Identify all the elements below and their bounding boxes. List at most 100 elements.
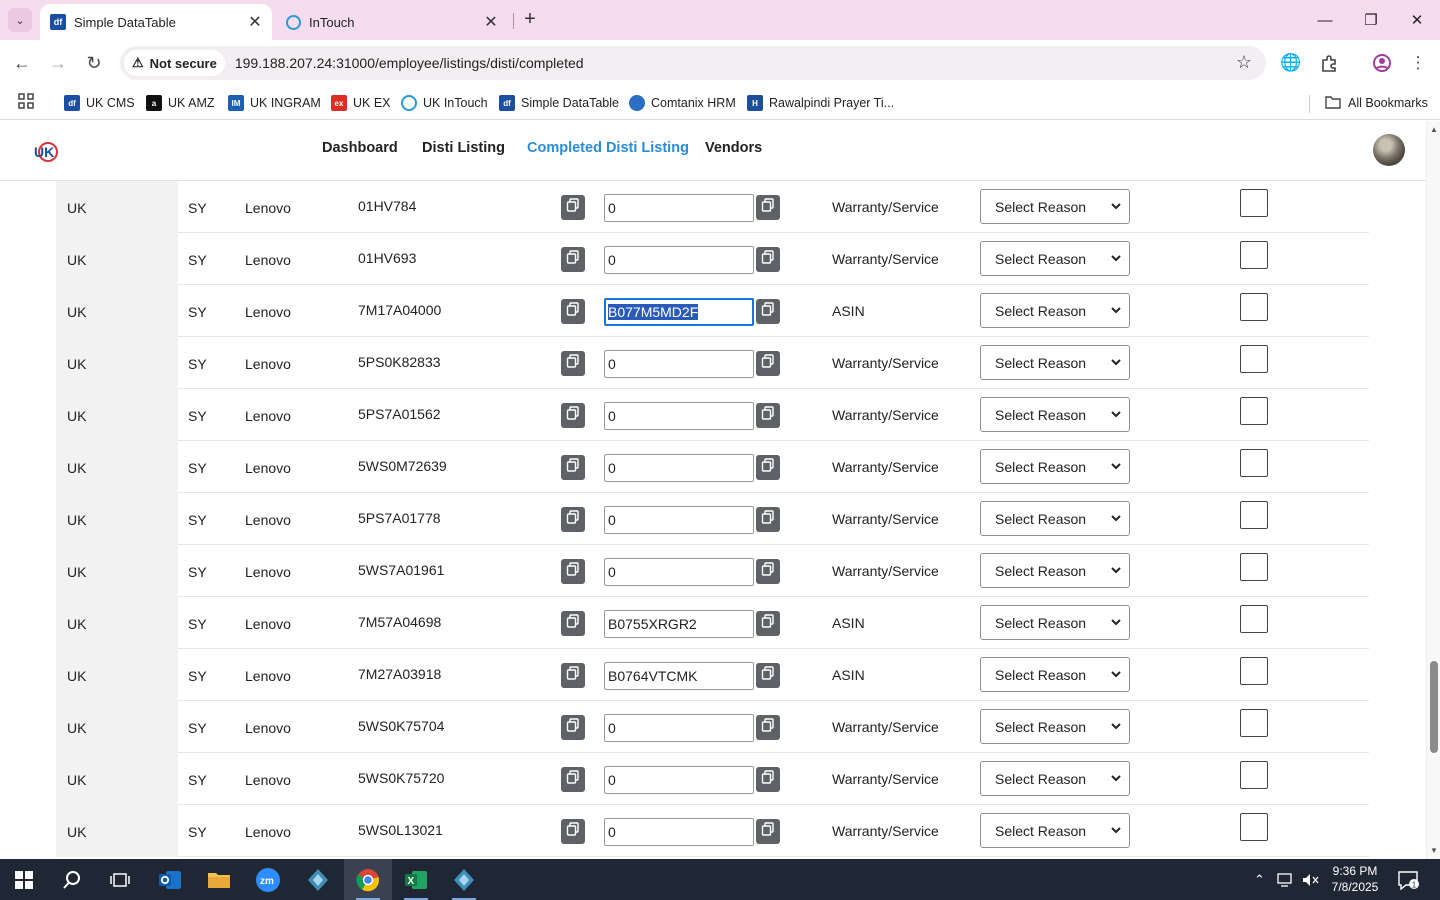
copy-value-button[interactable] [756, 559, 780, 584]
new-tab-plus-icon[interactable]: + [518, 8, 542, 32]
scroll-thumb[interactable] [1430, 661, 1438, 753]
app-diamond-icon[interactable] [294, 859, 342, 900]
tab-search-chevron-icon[interactable]: ⌄ [8, 8, 32, 32]
copy-value-button[interactable] [756, 767, 780, 792]
url-text[interactable]: 199.188.207.24:31000/employee/listings/d… [235, 55, 584, 71]
page-scrollbar[interactable]: ▲ ▼ [1426, 121, 1440, 859]
copy-value-button[interactable] [756, 351, 780, 376]
start-icon[interactable] [0, 859, 48, 900]
reason-select[interactable]: Select Reason [980, 761, 1130, 796]
row-checkbox[interactable] [1240, 761, 1268, 789]
row-checkbox[interactable] [1240, 293, 1268, 321]
search-icon[interactable] [48, 859, 96, 900]
nav-disti-listing[interactable]: Disti Listing [422, 140, 505, 156]
row-checkbox[interactable] [1240, 709, 1268, 737]
bookmark-uk-intouch[interactable]: UK InTouch [401, 93, 488, 113]
kebab-menu-icon[interactable]: ⋮ [1405, 50, 1431, 76]
notifications-icon[interactable]: 1 [1398, 859, 1420, 900]
copy-value-button[interactable] [756, 663, 780, 688]
address-bar[interactable]: ⚠ Not secure 199.188.207.24:31000/employ… [120, 46, 1266, 80]
row-checkbox[interactable] [1240, 345, 1268, 373]
bookmark-star-icon[interactable]: ☆ [1236, 52, 1252, 73]
reload-icon[interactable]: ↻ [79, 48, 109, 78]
file-explorer-icon[interactable] [195, 859, 243, 900]
copy-part-button[interactable] [561, 455, 585, 480]
copy-value-button[interactable] [756, 455, 780, 480]
back-arrow-icon[interactable]: ← [7, 48, 37, 78]
copy-part-button[interactable] [561, 507, 585, 532]
reason-select[interactable]: Select Reason [980, 189, 1130, 224]
reason-select[interactable]: Select Reason [980, 501, 1130, 536]
nav-completed-disti-listing[interactable]: Completed Disti Listing [527, 140, 689, 156]
reason-select[interactable]: Select Reason [980, 657, 1130, 692]
bookmark-uk-ingram[interactable]: IM UK INGRAM [228, 93, 321, 113]
copy-value-button[interactable] [756, 507, 780, 532]
reason-select[interactable]: Select Reason [980, 605, 1130, 640]
reason-select[interactable]: Select Reason [980, 345, 1130, 380]
nav-dashboard[interactable]: Dashboard [322, 140, 398, 156]
translate-globe-icon[interactable]: 🌐 [1278, 50, 1304, 76]
asin-value-input[interactable]: 0 [604, 558, 754, 586]
row-checkbox[interactable] [1240, 189, 1268, 217]
extensions-puzzle-icon[interactable] [1316, 50, 1342, 76]
window-close-icon[interactable]: ✕ [1394, 0, 1440, 40]
volume-muted-icon[interactable] [1302, 859, 1320, 900]
tab-simple-datatable[interactable]: df Simple DataTable ✕ [40, 4, 272, 40]
security-chip[interactable]: ⚠ Not secure [124, 50, 225, 76]
copy-part-button[interactable] [561, 559, 585, 584]
asin-value-input[interactable]: 0 [604, 350, 754, 378]
copy-part-button[interactable] [561, 767, 585, 792]
zoom-icon[interactable]: zm [244, 859, 292, 900]
asin-value-input[interactable]: 0 [604, 506, 754, 534]
copy-part-button[interactable] [561, 819, 585, 844]
asin-value-input[interactable]: 0 [604, 246, 754, 274]
outlook-icon[interactable] [146, 859, 194, 900]
reason-select[interactable]: Select Reason [980, 553, 1130, 588]
avatar[interactable] [1373, 134, 1405, 166]
asin-value-input[interactable]: 0 [604, 194, 754, 222]
restore-icon[interactable]: ❐ [1348, 0, 1394, 40]
copy-value-button[interactable] [756, 299, 780, 324]
chrome-icon[interactable] [344, 859, 392, 900]
reason-select[interactable]: Select Reason [980, 449, 1130, 484]
copy-value-button[interactable] [756, 819, 780, 844]
copy-part-button[interactable] [561, 611, 585, 636]
copy-value-button[interactable] [756, 195, 780, 220]
bookmark-uk-ex[interactable]: ex UK EX [331, 93, 391, 113]
copy-part-button[interactable] [561, 299, 585, 324]
copy-part-button[interactable] [561, 195, 585, 220]
asin-value-input[interactable]: B077M5MD2F [604, 298, 754, 326]
row-checkbox[interactable] [1240, 449, 1268, 477]
show-hidden-icons-chevron-icon[interactable]: ⌃ [1254, 859, 1265, 900]
bookmark-uk-cms[interactable]: df UK CMS [64, 93, 135, 113]
bookmark-uk-amz[interactable]: a UK AMZ [146, 93, 215, 113]
copy-part-button[interactable] [561, 351, 585, 376]
nav-vendors[interactable]: Vendors [705, 140, 762, 156]
forward-arrow-icon[interactable]: → [43, 48, 73, 78]
bookmark-comtanix-hrm[interactable]: Comtanix HRM [629, 93, 736, 113]
reason-select[interactable]: Select Reason [980, 397, 1130, 432]
tab-intouch[interactable]: InTouch ✕ [276, 4, 508, 40]
minimize-icon[interactable]: — [1302, 0, 1348, 40]
all-bookmarks[interactable]: All Bookmarks [1325, 93, 1428, 113]
row-checkbox[interactable] [1240, 397, 1268, 425]
copy-part-button[interactable] [561, 403, 585, 428]
copy-part-button[interactable] [561, 247, 585, 272]
row-checkbox[interactable] [1240, 657, 1268, 685]
excel-icon[interactable]: X [392, 859, 440, 900]
bookmark-simple-datatable[interactable]: df Simple DataTable [499, 93, 619, 113]
task-view-icon[interactable] [96, 859, 144, 900]
copy-value-button[interactable] [756, 611, 780, 636]
asin-value-input[interactable]: 0 [604, 454, 754, 482]
row-checkbox[interactable] [1240, 813, 1268, 841]
reason-select[interactable]: Select Reason [980, 813, 1130, 848]
apps-grid-icon[interactable] [18, 93, 34, 114]
scroll-up-arrow-icon[interactable]: ▲ [1430, 125, 1438, 134]
asin-value-input[interactable]: B0764VTCMK [604, 662, 754, 690]
asin-value-input[interactable]: 0 [604, 766, 754, 794]
scroll-down-arrow-icon[interactable]: ▼ [1430, 846, 1438, 855]
reason-select[interactable]: Select Reason [980, 241, 1130, 276]
row-checkbox[interactable] [1240, 605, 1268, 633]
profile-icon[interactable] [1369, 50, 1395, 76]
close-icon[interactable]: ✕ [244, 12, 266, 32]
